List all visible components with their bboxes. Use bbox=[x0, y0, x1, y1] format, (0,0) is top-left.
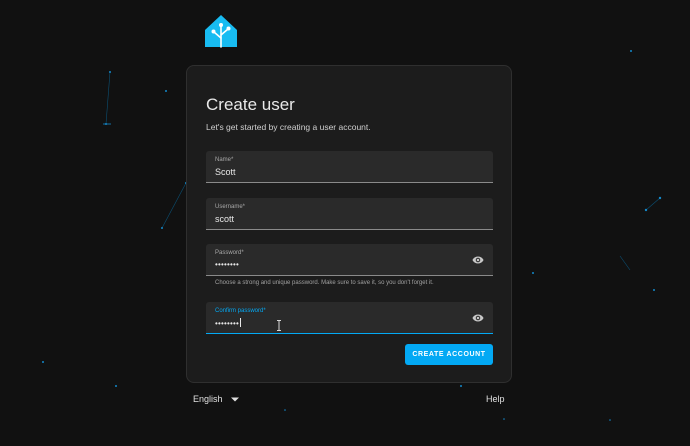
eye-icon[interactable] bbox=[472, 254, 484, 266]
password-helper-text: Choose a strong and unique password. Mak… bbox=[215, 280, 434, 286]
name-field[interactable]: Name* Scott bbox=[206, 151, 493, 183]
password-field-value: •••••••• bbox=[215, 260, 240, 269]
language-select[interactable]: English bbox=[193, 394, 239, 404]
username-field-label: Username* bbox=[215, 204, 246, 210]
home-assistant-logo-icon bbox=[205, 15, 237, 48]
name-field-label: Name* bbox=[215, 157, 234, 163]
name-field-value: Scott bbox=[215, 167, 236, 177]
confirm-password-field-label: Confirm password* bbox=[215, 308, 266, 314]
username-field-value: scott bbox=[215, 214, 235, 224]
password-field-label: Password* bbox=[215, 250, 244, 256]
caret-down-icon bbox=[230, 397, 239, 401]
page-subtitle: Let's get started by creating a user acc… bbox=[206, 122, 371, 132]
create-account-button[interactable]: CREATE ACCOUNT bbox=[405, 344, 493, 365]
confirm-password-dots: •••••••• bbox=[215, 319, 240, 328]
create-user-card: Create user Let's get started by creatin… bbox=[186, 65, 512, 383]
confirm-password-field[interactable]: Confirm password* •••••••• bbox=[206, 302, 493, 334]
password-field[interactable]: Password* •••••••• bbox=[206, 244, 493, 276]
help-link[interactable]: Help bbox=[486, 394, 505, 404]
eye-icon[interactable] bbox=[472, 312, 484, 324]
text-caret bbox=[240, 318, 242, 327]
confirm-password-field-value: •••••••• bbox=[215, 318, 242, 328]
page-title: Create user bbox=[206, 95, 295, 114]
language-select-label: English bbox=[193, 394, 223, 404]
username-field[interactable]: Username* scott bbox=[206, 198, 493, 230]
mouse-ibeam-cursor-icon bbox=[277, 320, 281, 331]
